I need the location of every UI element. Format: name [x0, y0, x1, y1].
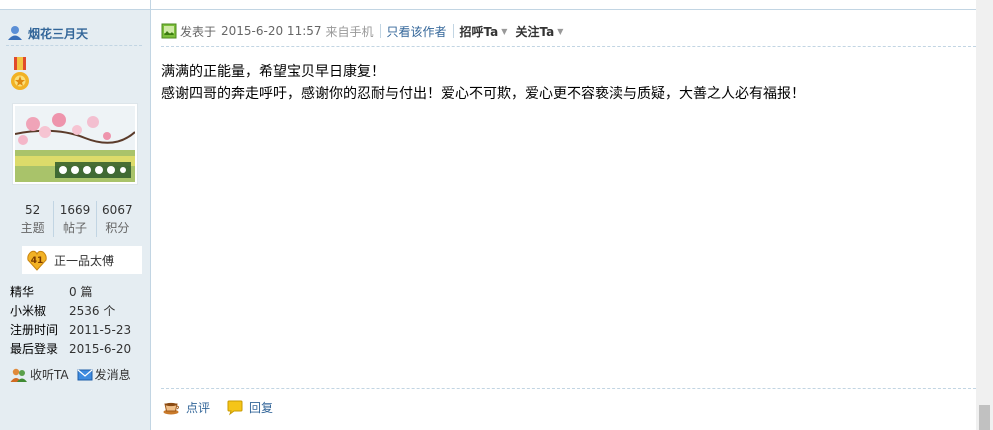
post-line: 感谢四哥的奔走呼吁，感谢你的忍耐与付出！爱心不可欺，爱心更不容亵渎与质疑，大善之… — [161, 86, 805, 102]
stat-posts-num: 1669 — [59, 203, 91, 217]
footer-divider-line — [161, 388, 976, 389]
post-content: 满满的正能量，希望宝贝早日康复！ 感谢四哥的奔走呼吁，感谢你的忍耐与付出！爱心不… — [161, 61, 805, 105]
send-message-label: 发消息 — [94, 368, 131, 382]
comment-button[interactable]: 点评 — [163, 399, 210, 416]
stat-points-label: 积分 — [105, 221, 130, 235]
post-online-icon — [161, 23, 177, 39]
sidebar-top-strip — [0, 0, 150, 10]
user-avatar[interactable] — [12, 103, 138, 185]
user-online-icon — [8, 26, 22, 40]
envelope-icon — [77, 369, 93, 380]
rank-title: 正一品太傅 — [54, 253, 115, 268]
post-footer: 点评 回复 — [163, 399, 289, 416]
meta-divider — [379, 24, 381, 38]
stat-posts[interactable]: 1669 帖子 — [53, 201, 95, 237]
user-name-row: 烟花三月天 — [7, 22, 88, 44]
post-meta-bar: 发表于 2015-6-20 11:57 来自手机 只看该作者 招呼Ta ▼ 关注… — [161, 22, 571, 40]
posted-time: 2015-6-20 11:57 — [221, 24, 322, 38]
info-key: 最后登录 — [10, 342, 59, 356]
speech-bubble-icon — [227, 400, 243, 415]
user-info-list: 精华 0 篇 小米椒 2536 个 注册时间 2011-5-23 最后登录 20… — [10, 283, 131, 359]
info-value: 2536 个 — [69, 304, 116, 318]
post-source: 来自手机 — [325, 24, 374, 39]
avatar-peach-blossom-image — [14, 106, 136, 182]
info-row-digest: 精华 0 篇 — [10, 283, 131, 302]
posted-prefix: 发表于 — [180, 24, 217, 39]
comment-label: 点评 — [186, 401, 211, 415]
stat-threads[interactable]: 52 主题 — [12, 201, 53, 237]
greet-dropdown-icon[interactable]: ▼ — [501, 27, 507, 36]
user-stats: 52 主题 1669 帖子 6067 积分 — [12, 201, 138, 237]
medal-icon — [11, 57, 29, 90]
vertical-scrollbar[interactable] — [976, 0, 993, 430]
stat-points[interactable]: 6067 积分 — [95, 201, 138, 237]
send-message-button[interactable]: 发消息 — [77, 366, 131, 383]
sidebar-divider — [6, 45, 142, 46]
coffee-cup-icon — [163, 402, 179, 414]
post-line: 满满的正能量，希望宝贝早日康复！ — [161, 64, 385, 80]
meta-divider — [452, 24, 454, 38]
follow-user-label: 收听TA — [30, 368, 69, 382]
info-row-last-login: 最后登录 2015-6-20 — [10, 340, 131, 359]
info-key: 注册时间 — [10, 323, 59, 337]
author-only-link[interactable]: 只看该作者 — [387, 23, 447, 40]
follow-dropdown-icon[interactable]: ▼ — [557, 27, 563, 36]
stat-threads-num: 52 — [25, 203, 41, 217]
rank-level-icon: 41 — [27, 250, 47, 271]
rank-level-number: 41 — [31, 256, 44, 266]
info-value: 2011-5-23 — [69, 323, 132, 337]
user-sidebar: 烟花三月天 52 主题 1669 帖子 6067 积分 41 正一品太傅 精华 … — [0, 0, 151, 430]
follow-user-button[interactable]: 收听TA — [10, 366, 69, 383]
user-actions: 收听TA 发消息 — [10, 366, 139, 383]
info-value: 2015-6-20 — [69, 342, 132, 356]
scrollbar-thumb[interactable] — [979, 405, 990, 430]
reply-button[interactable]: 回复 — [226, 399, 273, 416]
stat-posts-label: 帖子 — [62, 221, 87, 235]
info-key: 精华 — [10, 285, 35, 299]
stat-threads-label: 主题 — [20, 221, 45, 235]
info-row-registered: 注册时间 2011-5-23 — [10, 321, 131, 340]
post-top-strip — [151, 0, 976, 10]
follow-author-button[interactable]: 关注Ta — [515, 23, 554, 40]
greet-button[interactable]: 招呼Ta — [460, 23, 499, 40]
meta-divider-line — [161, 46, 976, 47]
reply-label: 回复 — [249, 401, 274, 415]
post-main: 发表于 2015-6-20 11:57 来自手机 只看该作者 招呼Ta ▼ 关注… — [151, 0, 976, 430]
stat-points-num: 6067 — [102, 203, 133, 217]
info-row-pepper: 小米椒 2536 个 — [10, 302, 131, 321]
follow-users-icon — [10, 368, 27, 382]
info-key: 小米椒 — [10, 304, 47, 318]
info-value: 0 篇 — [69, 285, 93, 299]
username-link[interactable]: 烟花三月天 — [28, 25, 88, 42]
user-rank-badge: 41 正一品太傅 — [22, 246, 142, 274]
